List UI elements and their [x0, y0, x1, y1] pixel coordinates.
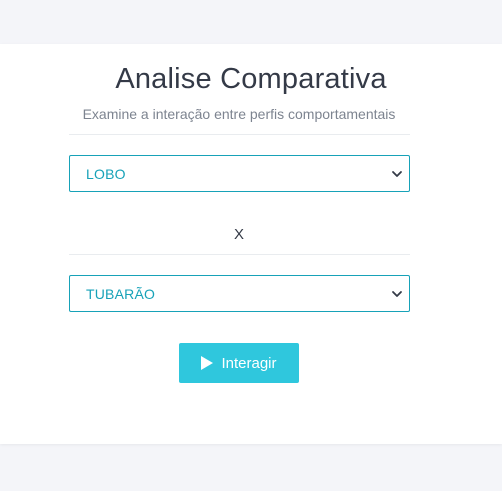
profile-a-select[interactable]: LOBO	[69, 155, 410, 192]
profile-b-value: TUBARÃO	[86, 285, 156, 302]
play-icon	[201, 356, 214, 370]
page-title: Analise Comparativa	[115, 63, 387, 95]
chevron-down-icon	[392, 290, 402, 297]
comparison-card: Analise Comparativa Examine a interação …	[0, 44, 502, 444]
divider	[69, 134, 410, 135]
chevron-down-icon	[392, 170, 402, 177]
interact-button-label: Interagir	[221, 354, 277, 372]
profile-a-value: LOBO	[86, 165, 126, 182]
profile-b-select[interactable]: TUBARÃO	[69, 275, 410, 312]
interact-button[interactable]: Interagir	[179, 343, 299, 383]
page-subtitle: Examine a interação entre perfis comport…	[82, 106, 396, 122]
divider	[69, 254, 410, 255]
versus-label: X	[233, 226, 244, 243]
